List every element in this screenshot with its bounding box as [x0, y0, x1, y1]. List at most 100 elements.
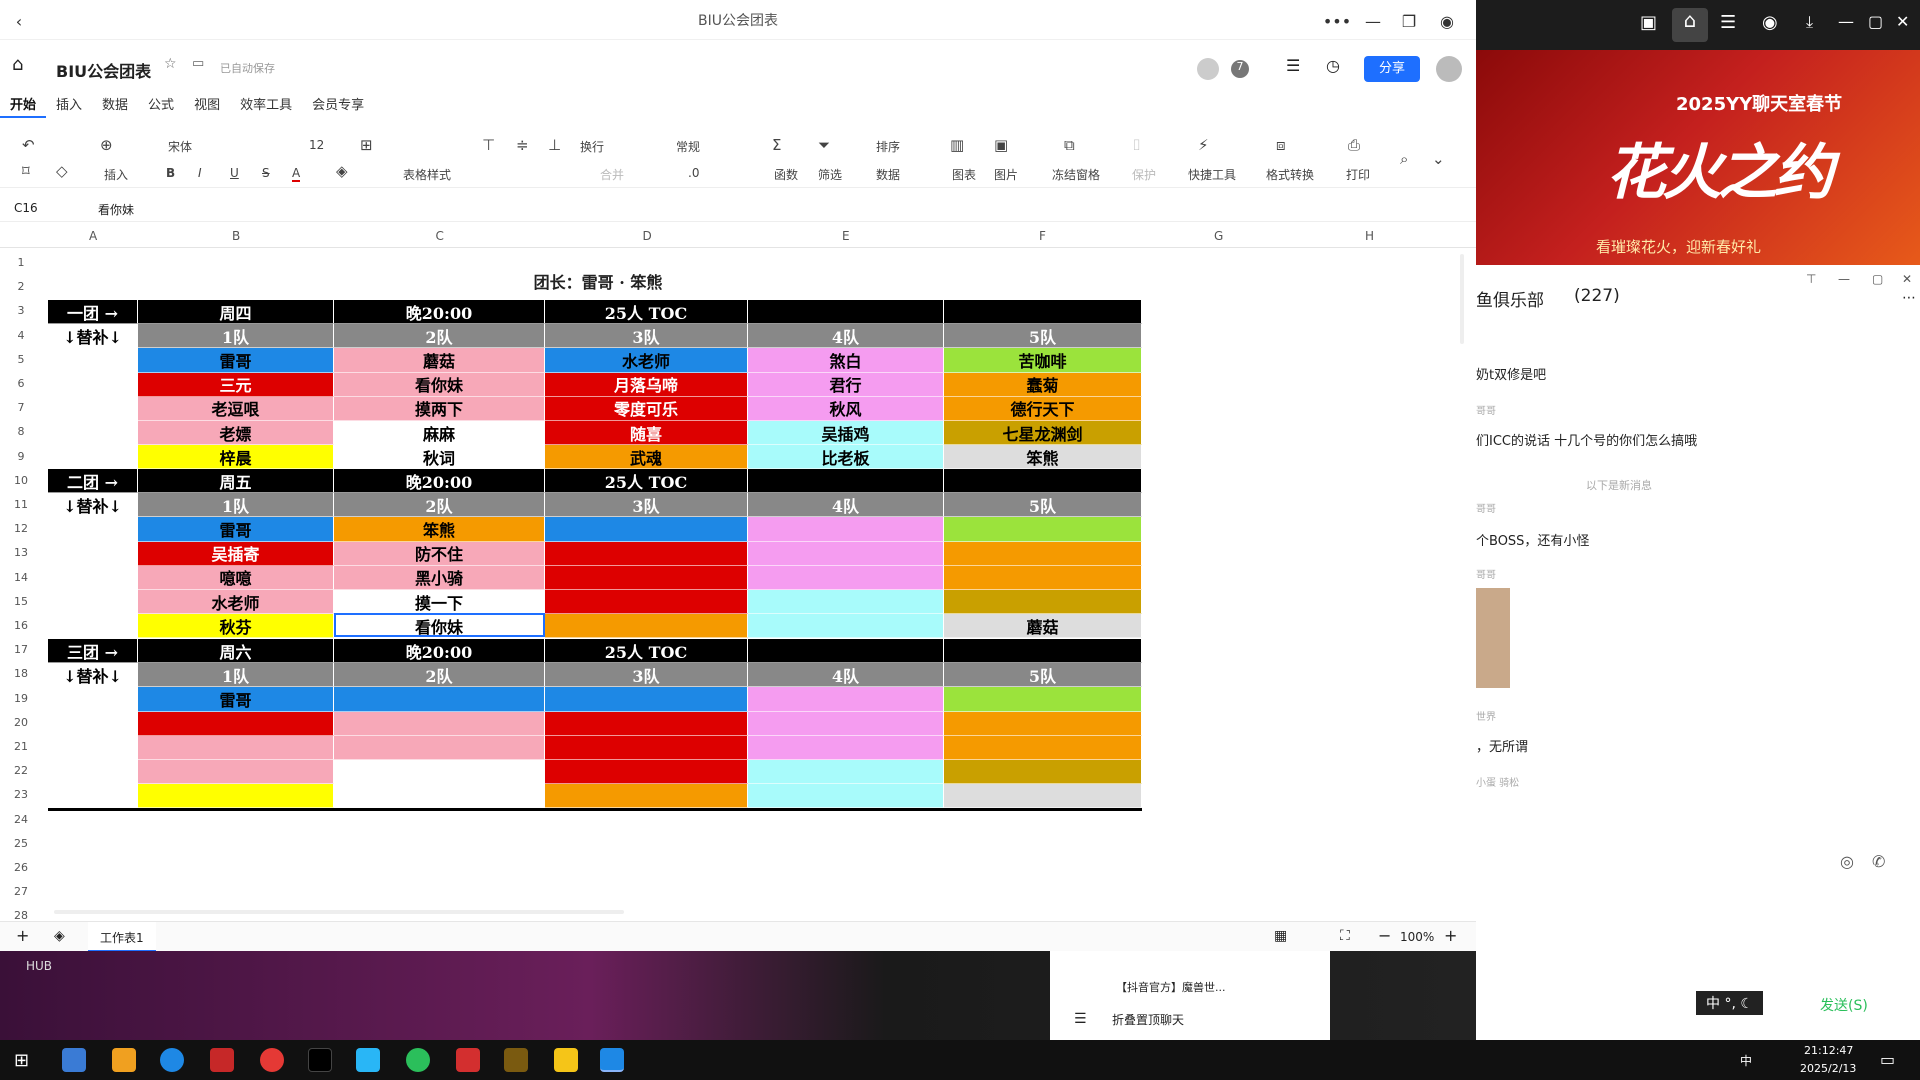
sum-icon[interactable]: Σ	[772, 136, 781, 154]
sheet-cell[interactable]	[944, 590, 1142, 615]
sheet-cell[interactable]: 武魂	[545, 445, 748, 470]
row-header-cell[interactable]: 6	[0, 377, 42, 390]
user-avatar[interactable]	[1436, 56, 1462, 82]
protect-icon[interactable]: ⌷	[1132, 136, 1141, 154]
list-icon[interactable]: ☰	[1720, 12, 1736, 33]
folder-icon[interactable]: ▭	[192, 56, 204, 71]
sheet-cell[interactable]: 25人 TOC	[545, 469, 748, 494]
font-color-button[interactable]: A	[292, 166, 301, 182]
row-header-cell[interactable]: 12	[0, 522, 42, 535]
sheet-cell[interactable]: 比老板	[748, 445, 944, 470]
sheet-cell[interactable]	[748, 614, 944, 639]
sheet-cell[interactable]: 摸两下	[334, 396, 545, 421]
cell-ref[interactable]: C16	[14, 201, 38, 215]
sheet-cell[interactable]: 雷哥	[138, 517, 334, 542]
sheet-cell[interactable]	[944, 735, 1142, 760]
sheet-cell[interactable]	[748, 541, 944, 566]
formula-input[interactable]: 看你妹	[98, 201, 134, 218]
chevron-down-icon[interactable]: ⌄	[1432, 150, 1445, 168]
column-header-cell[interactable]: B	[232, 229, 240, 243]
sheet-cell[interactable]	[944, 784, 1142, 809]
wps-icon[interactable]	[456, 1048, 480, 1072]
sheet-cell[interactable]	[545, 565, 748, 590]
row-header-cell[interactable]: 15	[0, 595, 42, 608]
freeze-icon[interactable]: ⧉	[1064, 136, 1075, 154]
picture-icon[interactable]: ▣	[994, 136, 1008, 154]
sheet-cell[interactable]: 看你妹	[334, 372, 545, 397]
minimize-icon[interactable]: —	[1838, 12, 1854, 31]
sheet-cell[interactable]	[545, 711, 748, 736]
filter-label[interactable]: 筛选	[818, 166, 842, 183]
sheet-cell[interactable]	[748, 687, 944, 712]
close-icon[interactable]: ✕	[1896, 12, 1909, 31]
fill-icon[interactable]: ◈	[336, 162, 348, 180]
column-header-cell[interactable]: F	[1039, 229, 1046, 243]
fold-label[interactable]: 折叠置顶聊天	[1112, 1011, 1184, 1028]
sheet-cell[interactable]: 君行	[748, 372, 944, 397]
underline-button[interactable]: U	[230, 166, 239, 180]
column-header-cell[interactable]: E	[842, 229, 850, 243]
sheet-cell[interactable]: 一团 →	[48, 300, 138, 325]
sheet-cell[interactable]: 防不住	[334, 541, 545, 566]
sheet-cell[interactable]: 晚20:00	[334, 469, 545, 494]
sheet-cell[interactable]: 二团 →	[48, 469, 138, 494]
sheet-cell[interactable]: 蘑菇	[944, 614, 1142, 639]
sheet-cell[interactable]: 5队	[944, 324, 1142, 349]
sheet-cell[interactable]: 秋芬	[138, 614, 334, 639]
wrap-label[interactable]: 换行	[580, 138, 604, 155]
view-icon[interactable]: ▦	[1274, 928, 1287, 944]
history-icon[interactable]: ◷	[1326, 56, 1340, 75]
sheet-cell[interactable]: 零度可乐	[545, 396, 748, 421]
insert-icon[interactable]: ⊕	[100, 136, 113, 154]
sheet-cell[interactable]	[944, 760, 1142, 785]
sheet-cell[interactable]	[748, 469, 944, 494]
strike-button[interactable]: S	[262, 166, 270, 180]
download-icon[interactable]: ⤓	[1806, 12, 1813, 32]
sheet-cell[interactable]	[748, 639, 944, 664]
sheet-cell[interactable]	[944, 541, 1142, 566]
menu-item[interactable]: 公式	[138, 94, 184, 118]
sheet-cell[interactable]: 黑小骑	[334, 565, 545, 590]
merge-label[interactable]: 合并	[600, 166, 624, 183]
align-middle-icon[interactable]: ≑	[516, 136, 529, 154]
sheet-cell[interactable]	[138, 784, 334, 809]
sheet-cell[interactable]	[334, 711, 545, 736]
pin-icon[interactable]: ⊤	[1806, 272, 1816, 286]
align-top-icon[interactable]: ⊤	[482, 136, 495, 154]
sheet-cell[interactable]	[138, 735, 334, 760]
print-icon[interactable]: ⎙	[1348, 136, 1360, 154]
sheet-cell[interactable]	[545, 735, 748, 760]
row-header-cell[interactable]: 3	[0, 304, 42, 317]
sheet-cell[interactable]	[334, 784, 545, 809]
row-header-cell[interactable]: 5	[0, 353, 42, 366]
home-icon[interactable]: ⌂	[1672, 8, 1708, 42]
sheet-cell[interactable]: 1队	[138, 324, 334, 349]
minimize-icon[interactable]: —	[1362, 10, 1384, 32]
menu-item[interactable]: 效率工具	[230, 94, 302, 118]
sheet-cell[interactable]: 周四	[138, 300, 334, 325]
sheet-cell[interactable]	[748, 590, 944, 615]
sheet-cell[interactable]	[944, 300, 1142, 325]
sheet-cell[interactable]	[545, 687, 748, 712]
video-icon[interactable]: ▣	[1640, 12, 1657, 33]
format-painter-icon[interactable]: ⌑	[22, 162, 30, 180]
insert-label[interactable]: 插入	[104, 166, 128, 183]
selected-cell[interactable]	[334, 613, 545, 637]
row-header-cell[interactable]: 7	[0, 401, 42, 414]
sheet-cell[interactable]: 5队	[944, 663, 1142, 688]
chart-label[interactable]: 图表	[952, 166, 976, 183]
sheet-cell[interactable]	[545, 760, 748, 785]
sheet-cell[interactable]: 噫噫	[138, 565, 334, 590]
wow-icon[interactable]	[504, 1048, 528, 1072]
sheet-cell[interactable]: 老逗哏	[138, 396, 334, 421]
sheet-cell[interactable]: 吴插鸡	[748, 421, 944, 446]
chat-image[interactable]	[1476, 588, 1510, 688]
close-icon[interactable]: ✕	[1902, 272, 1912, 286]
row-header-cell[interactable]: 9	[0, 450, 42, 463]
owl-icon[interactable]	[554, 1048, 578, 1072]
sheet-cell[interactable]	[944, 517, 1142, 542]
sheet-cell[interactable]: 苦咖啡	[944, 348, 1142, 373]
sheet-cell[interactable]: 2队	[334, 324, 545, 349]
italic-button[interactable]: I	[198, 166, 202, 180]
sheet-cell[interactable]: 三团 →	[48, 639, 138, 664]
